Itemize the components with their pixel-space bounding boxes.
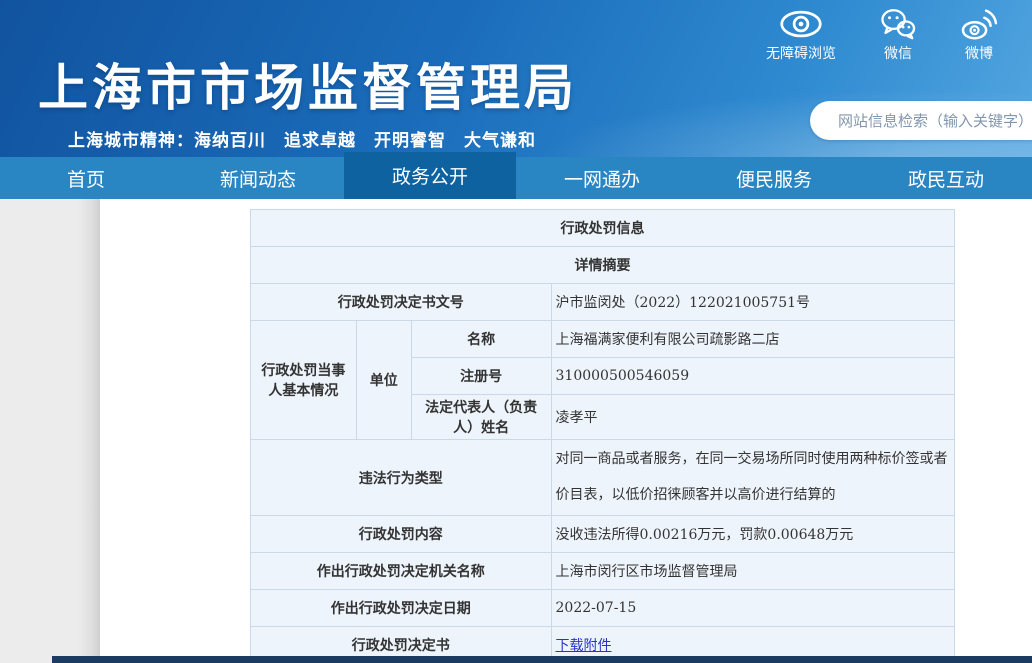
header-quick-links: 无障碍浏览 微信 (766, 8, 998, 63)
nav-item-interaction[interactable]: 政民互动 (860, 157, 1032, 199)
table-title: 行政处罚信息 (251, 210, 955, 247)
legal-rep-value: 凌孝平 (551, 395, 954, 440)
unit-label: 单位 (356, 321, 411, 440)
weibo-label: 微博 (965, 43, 993, 63)
nav-item-home[interactable]: 首页 (0, 157, 172, 199)
penalty-value: 没收违法所得0.00216万元，罚款0.00648万元 (551, 516, 954, 553)
legal-rep-label: 法定代表人（负责人）姓名 (411, 395, 551, 440)
name-value: 上海福满家便利有限公司疏影路二店 (551, 321, 954, 358)
table-row: 违法行为类型 对同一商品或者服务，在同一交易场所同时使用两种标价签或者价目表，以… (251, 440, 955, 516)
accessibility-label: 无障碍浏览 (766, 43, 836, 63)
name-label: 名称 (411, 321, 551, 358)
wechat-icon (880, 8, 916, 40)
table-row: 行政处罚信息 (251, 210, 955, 247)
authority-value: 上海市闵行区市场监督管理局 (551, 553, 954, 590)
table-row: 详情摘要 (251, 247, 955, 284)
main-nav: 首页 新闻动态 政务公开 一网通办 便民服务 政民互动 (0, 157, 1032, 199)
penalty-label: 行政处罚内容 (251, 516, 552, 553)
nav-item-public-services[interactable]: 便民服务 (688, 157, 860, 199)
penalty-table: 行政处罚信息 详情摘要 行政处罚决定书文号 沪市监闵处（2022）1220210… (250, 209, 955, 663)
left-gutter (0, 199, 100, 663)
date-value: 2022-07-15 (551, 590, 954, 627)
weibo-link[interactable]: 微博 (960, 8, 998, 63)
site-header: 上海市市场监督管理局 上海城市精神：海纳百川 追求卓越 开明睿智 大气谦和 无障… (0, 0, 1032, 157)
nav-item-one-network[interactable]: 一网通办 (516, 157, 688, 199)
table-row: 行政处罚决定书文号 沪市监闵处（2022）122021005751号 (251, 284, 955, 321)
main-area: 行政处罚信息 详情摘要 行政处罚决定书文号 沪市监闵处（2022）1220210… (0, 199, 1032, 663)
table-subtitle: 详情摘要 (251, 247, 955, 284)
content-panel: 行政处罚信息 详情摘要 行政处罚决定书文号 沪市监闵处（2022）1220210… (100, 199, 1032, 663)
reg-no-value: 310000500546059 (551, 358, 954, 395)
city-spirit-motto: 上海城市精神：海纳百川 追求卓越 开明睿智 大气谦和 (68, 126, 536, 151)
authority-label: 作出行政处罚决定机关名称 (251, 553, 552, 590)
table-row: 作出行政处罚决定机关名称 上海市闵行区市场监督管理局 (251, 553, 955, 590)
site-search-input[interactable]: 网站信息检索（输入关键字） (810, 101, 1032, 140)
violation-value: 对同一商品或者服务，在同一交易场所同时使用两种标价签或者价目表，以低价招徕顾客并… (551, 440, 954, 516)
doc-no-value: 沪市监闵处（2022）122021005751号 (551, 284, 954, 321)
download-attachment-link[interactable]: 下载附件 (556, 638, 612, 654)
search-placeholder: 网站信息检索（输入关键字） (838, 110, 1032, 131)
date-label: 作出行政处罚决定日期 (251, 590, 552, 627)
nav-item-news[interactable]: 新闻动态 (172, 157, 344, 199)
nav-item-gov-disclosure[interactable]: 政务公开 (344, 152, 516, 199)
violation-label: 违法行为类型 (251, 440, 552, 516)
wechat-label: 微信 (884, 43, 912, 63)
table-row: 行政处罚内容 没收违法所得0.00216万元，罚款0.00648万元 (251, 516, 955, 553)
site-logo-title[interactable]: 上海市市场监督管理局 (38, 48, 578, 120)
footer-bar (52, 656, 1032, 663)
doc-no-label: 行政处罚决定书文号 (251, 284, 552, 321)
accessibility-link[interactable]: 无障碍浏览 (766, 8, 836, 63)
table-row: 行政处罚当事人基本情况 单位 名称 上海福满家便利有限公司疏影路二店 (251, 321, 955, 358)
page: 上海市市场监督管理局 上海城市精神：海纳百川 追求卓越 开明睿智 大气谦和 无障… (0, 0, 1032, 663)
accessibility-eye-icon (779, 8, 823, 40)
reg-no-label: 注册号 (411, 358, 551, 395)
wechat-link[interactable]: 微信 (880, 8, 916, 63)
party-label: 行政处罚当事人基本情况 (251, 321, 357, 440)
table-row: 作出行政处罚决定日期 2022-07-15 (251, 590, 955, 627)
weibo-icon (960, 8, 998, 40)
